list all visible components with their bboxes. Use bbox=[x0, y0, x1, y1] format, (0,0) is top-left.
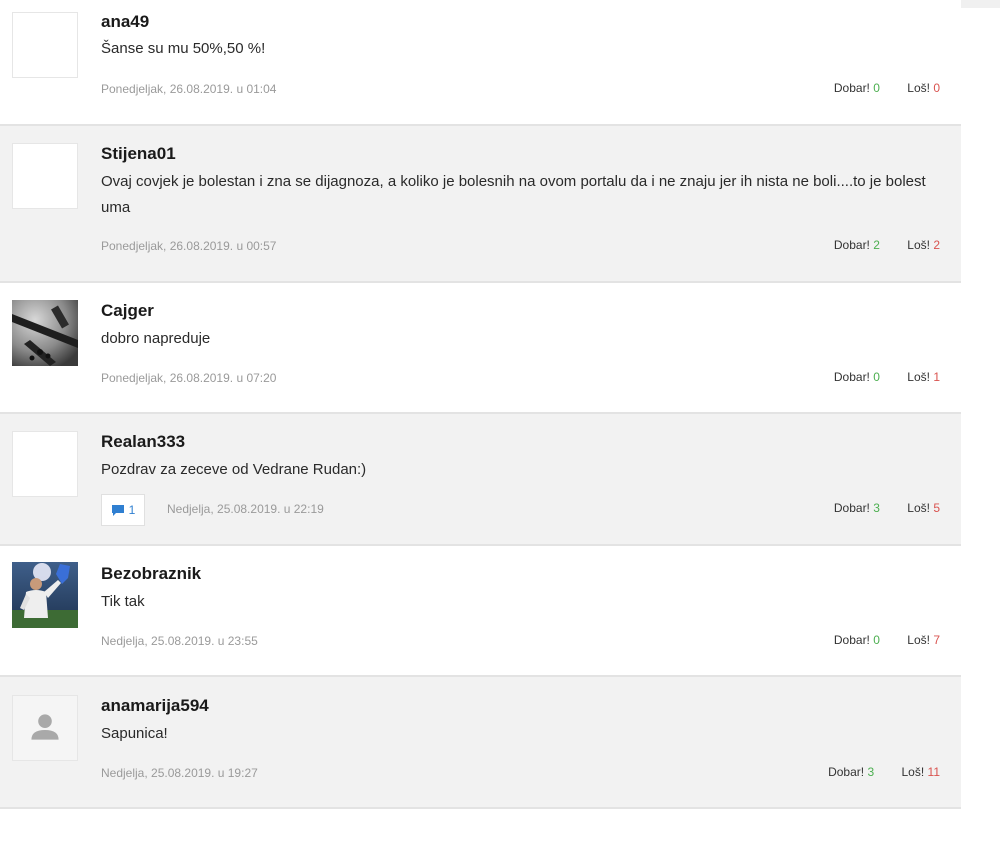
replies-button[interactable]: 1 bbox=[101, 494, 145, 526]
comment-list: ana49 Šanse su mu 50%,50 %! Ponedjeljak,… bbox=[0, 0, 961, 809]
comment-username[interactable]: Realan333 bbox=[101, 432, 185, 452]
vote-bad-count: 1 bbox=[933, 370, 940, 384]
vote-good-label: Dobar! bbox=[833, 81, 870, 95]
vote-good-count: 0 bbox=[873, 633, 880, 647]
vote-good-label: Dobar! bbox=[833, 238, 870, 252]
comment-username[interactable]: Stijena01 bbox=[101, 144, 176, 164]
vote-bad-button[interactable]: Loš! 2 bbox=[907, 238, 940, 252]
vote-good-button[interactable]: Dobar! 3 bbox=[828, 765, 874, 779]
vote-bad-count: 2 bbox=[933, 238, 940, 252]
vote-group: Dobar! 3 Loš! 5 bbox=[834, 501, 940, 515]
comment-date: Nedjelja, 25.08.2019. u 22:19 bbox=[167, 502, 324, 516]
comment-text: Ovaj covjek je bolestan i zna se dijagno… bbox=[101, 173, 926, 216]
vote-good-label: Dobar! bbox=[833, 370, 870, 384]
vote-bad-count: 11 bbox=[927, 765, 940, 779]
vote-group: Dobar! 2 Loš! 2 bbox=[834, 238, 940, 252]
vote-good-label: Dobar! bbox=[828, 765, 865, 779]
comment-text: Šanse su mu 50%,50 %! bbox=[101, 40, 266, 57]
comment-item: Bezobraznik Tik tak Nedjelja, 25.08.2019… bbox=[0, 546, 961, 677]
avatar[interactable] bbox=[12, 12, 78, 78]
vote-group: Dobar! 3 Loš! 11 bbox=[828, 765, 940, 779]
avatar[interactable] bbox=[12, 143, 78, 209]
clock-photo-icon bbox=[12, 300, 78, 366]
comment-item: Realan333 Pozdrav za zeceve od Vedrane R… bbox=[0, 414, 961, 546]
comment-username[interactable]: Cajger bbox=[101, 301, 154, 321]
vote-bad-label: Loš! bbox=[907, 501, 930, 515]
vote-bad-label: Loš! bbox=[907, 81, 930, 95]
vote-good-label: Dobar! bbox=[833, 633, 870, 647]
vote-group: Dobar! 0 Loš! 7 bbox=[834, 633, 940, 647]
vote-good-button[interactable]: Dobar! 2 bbox=[834, 238, 880, 252]
athlete-photo-icon bbox=[12, 562, 78, 628]
avatar[interactable] bbox=[12, 431, 78, 497]
vote-group: Dobar! 0 Loš! 0 bbox=[834, 81, 940, 95]
vote-bad-label: Loš! bbox=[907, 633, 930, 647]
comment-text: Tik tak bbox=[101, 593, 145, 610]
user-silhouette-icon bbox=[31, 714, 59, 740]
vote-bad-button[interactable]: Loš! 11 bbox=[902, 765, 941, 779]
comment-username[interactable]: ana49 bbox=[101, 12, 149, 32]
vote-good-count: 0 bbox=[873, 81, 880, 95]
vote-good-count: 0 bbox=[873, 370, 880, 384]
comment-text: Pozdrav za zeceve od Vedrane Rudan:) bbox=[101, 461, 367, 478]
vote-group: Dobar! 0 Loš! 1 bbox=[834, 370, 940, 384]
vote-good-button[interactable]: Dobar! 0 bbox=[834, 633, 880, 647]
comment-date: Ponedjeljak, 26.08.2019. u 07:20 bbox=[101, 371, 277, 385]
vote-bad-count: 7 bbox=[933, 633, 940, 647]
avatar[interactable] bbox=[12, 562, 78, 628]
comment-text: dobro napreduje bbox=[101, 330, 211, 347]
vote-bad-button[interactable]: Loš! 7 bbox=[907, 633, 940, 647]
vote-good-count: 3 bbox=[867, 765, 875, 779]
comment-item: Stijena01 Ovaj covjek je bolestan i zna … bbox=[0, 126, 961, 283]
speech-bubble-icon bbox=[111, 505, 124, 516]
comment-item: anamarija594 Sapunica! Nedjelja, 25.08.2… bbox=[0, 677, 961, 809]
vote-good-button[interactable]: Dobar! 0 bbox=[834, 81, 880, 95]
vote-bad-label: Loš! bbox=[901, 765, 925, 779]
comment-username[interactable]: anamarija594 bbox=[101, 696, 209, 716]
comment-item: ana49 Šanse su mu 50%,50 %! Ponedjeljak,… bbox=[0, 0, 961, 126]
comment-date: Nedjelja, 25.08.2019. u 23:55 bbox=[101, 634, 258, 648]
vote-bad-label: Loš! bbox=[907, 370, 930, 384]
comment-date: Nedjelja, 25.08.2019. u 19:27 bbox=[101, 766, 258, 780]
vote-good-count: 3 bbox=[873, 501, 880, 515]
vote-good-label: Dobar! bbox=[833, 501, 870, 515]
comment-username[interactable]: Bezobraznik bbox=[101, 564, 201, 584]
vote-good-count: 2 bbox=[873, 238, 880, 252]
avatar[interactable] bbox=[12, 695, 78, 761]
vote-bad-button[interactable]: Loš! 0 bbox=[907, 81, 940, 95]
vote-bad-button[interactable]: Loš! 1 bbox=[907, 370, 940, 384]
comment-item: Cajger dobro napreduje Ponedjeljak, 26.0… bbox=[0, 283, 961, 414]
avatar[interactable] bbox=[12, 300, 78, 366]
vote-bad-count: 0 bbox=[933, 81, 940, 95]
vote-bad-count: 5 bbox=[933, 501, 940, 515]
vote-good-button[interactable]: Dobar! 0 bbox=[834, 370, 880, 384]
comment-text: Sapunica! bbox=[101, 725, 168, 742]
vote-good-button[interactable]: Dobar! 3 bbox=[834, 501, 880, 515]
comment-date: Ponedjeljak, 26.08.2019. u 01:04 bbox=[101, 82, 277, 96]
vote-bad-button[interactable]: Loš! 5 bbox=[907, 501, 940, 515]
comment-date: Ponedjeljak, 26.08.2019. u 00:57 bbox=[101, 239, 277, 253]
replies-count: 1 bbox=[128, 503, 136, 517]
vote-bad-label: Loš! bbox=[907, 238, 930, 252]
